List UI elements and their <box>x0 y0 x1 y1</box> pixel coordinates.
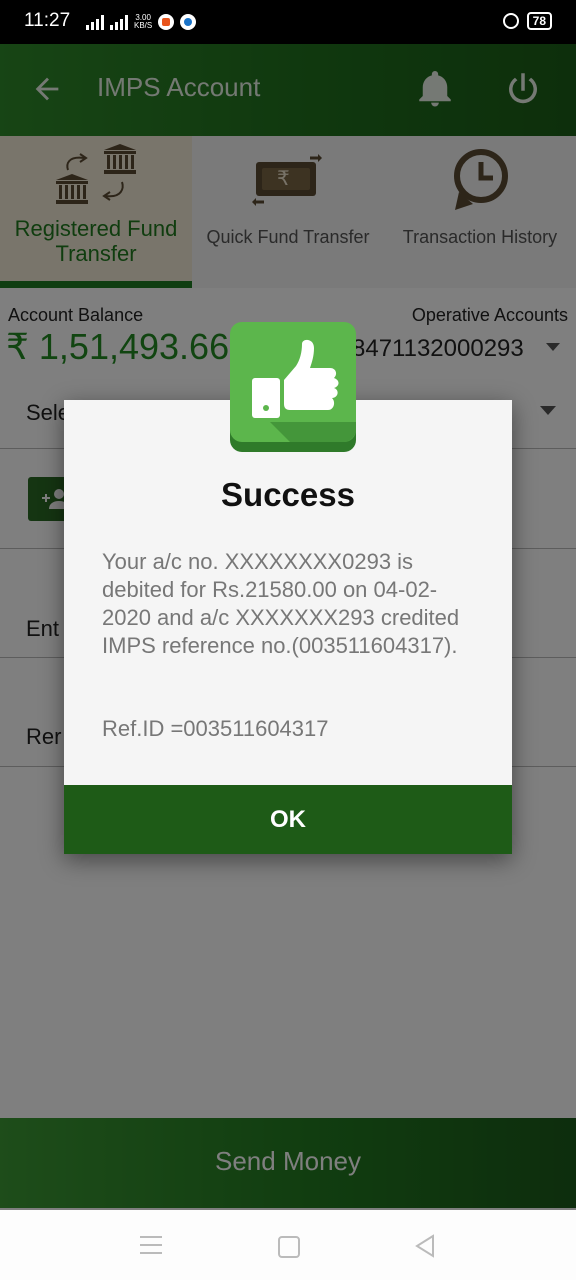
net-speed: 3.00 KB/S <box>134 13 153 30</box>
signal-icon <box>110 14 128 30</box>
back-triangle-icon[interactable] <box>414 1234 436 1258</box>
menu-icon[interactable] <box>140 1236 162 1260</box>
dialog-title: Success <box>221 476 355 513</box>
thumbs-up-icon <box>230 322 356 452</box>
status-right: 78 <box>502 12 552 30</box>
system-nav-bar <box>0 1210 576 1280</box>
dialog-message: Your a/c no. XXXXXXXX0293 is debited for… <box>102 549 460 658</box>
battery-indicator: 78 <box>526 12 552 30</box>
dialog-reference-id: Ref.ID =003511604317 <box>102 716 329 741</box>
notification-app-icon <box>158 14 175 30</box>
status-time: 11:27 <box>24 10 71 31</box>
ok-button[interactable]: OK <box>64 785 512 854</box>
alarm-icon <box>502 13 519 29</box>
phone-app-icon <box>180 14 197 30</box>
status-icons: 3.00 KB/S <box>86 13 197 30</box>
status-bar: 11:27 3.00 KB/S 78 <box>0 0 576 44</box>
home-icon[interactable] <box>278 1236 300 1258</box>
signal-icon <box>86 14 104 30</box>
